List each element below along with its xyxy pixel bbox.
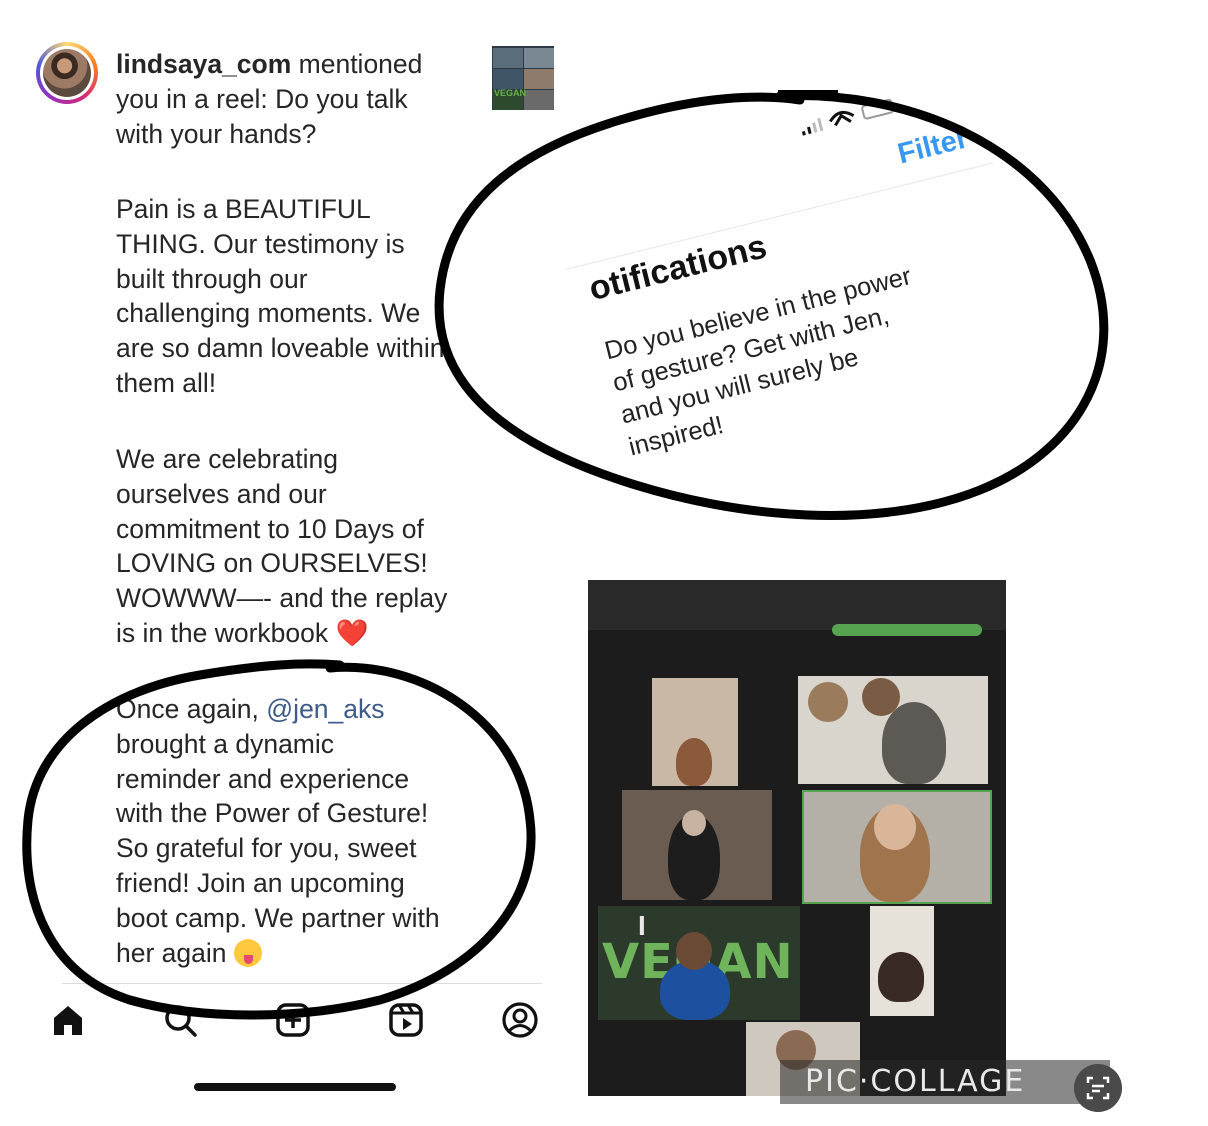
heart-emoji-icon: ❤️ (335, 617, 369, 648)
participant-tile (798, 676, 988, 784)
home-icon[interactable] (48, 1000, 88, 1040)
participant-tile: I VEGAN (598, 906, 800, 1020)
winking-face-emoji-icon (233, 938, 262, 967)
filter-button[interactable]: Filter (895, 122, 972, 171)
caption-paragraph-3-start: Once again, (116, 694, 267, 724)
caption-paragraph-3: Once again, @jen_aks brought a dynamic r… (116, 692, 476, 970)
notifications-title: otifications (585, 227, 771, 309)
mention-link[interactable]: @jen_aks (266, 694, 384, 724)
notification-text[interactable]: lindsaya_com mentioned you in a reel: Do… (116, 47, 476, 151)
caption-paragraph-2-text: We are celebrating ourselves and our com… (116, 444, 448, 648)
caption-paragraph-1: Pain is a BEAUTIFUL THING. Our testimony… (116, 194, 445, 398)
watermark-text: PIC·COLLAGE (805, 1064, 1026, 1099)
participant-tile (622, 790, 772, 900)
video-call-screenshot: I VEGAN (588, 580, 1006, 1096)
caption-paragraph-2: We are celebrating ourselves and our com… (116, 442, 476, 651)
video-call-toolbar (588, 646, 1006, 660)
home-indicator[interactable] (194, 1083, 396, 1091)
avatar[interactable] (36, 42, 98, 104)
nav-divider (62, 983, 542, 984)
profile-icon[interactable] (500, 1000, 540, 1040)
notifications-screenshot: Filter otifications Do you believe in th… (470, 90, 1090, 510)
visual-lookup-icon[interactable] (1074, 1064, 1122, 1112)
participant-tile-active (802, 790, 992, 904)
status-bar (801, 98, 895, 136)
create-icon[interactable] (273, 1000, 313, 1040)
video-call-topbar (588, 580, 1006, 630)
participant-tile (870, 906, 934, 1016)
video-call-banner (832, 624, 982, 636)
caption-paragraph-3-rest: brought a dynamic reminder and experienc… (116, 728, 440, 968)
username[interactable]: lindsaya_com (116, 49, 291, 79)
reels-icon[interactable] (386, 1000, 426, 1040)
search-icon[interactable] (160, 1000, 200, 1040)
participant-tile (652, 678, 738, 786)
